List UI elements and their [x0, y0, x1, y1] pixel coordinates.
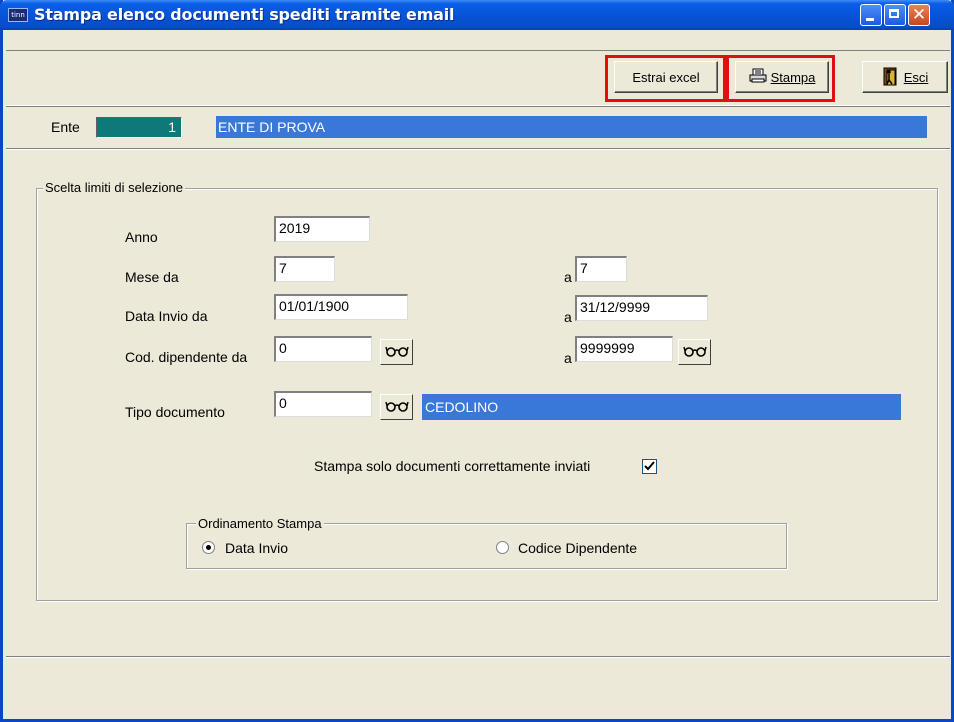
exit-button[interactable]: Esci — [862, 61, 948, 93]
mese-a-input[interactable]: 7 — [575, 256, 627, 282]
selection-group-title: Scelta limiti di selezione — [43, 180, 186, 195]
mese-a-label: a — [564, 269, 572, 285]
exit-door-icon — [882, 66, 900, 89]
close-icon[interactable]: ✕ — [908, 4, 930, 26]
tipo-documento-description: CEDOLINO — [422, 394, 901, 420]
anno-label: Anno — [125, 229, 158, 245]
ordinamento-group-title: Ordinamento Stampa — [196, 516, 324, 531]
ente-code-field[interactable]: 1 — [96, 117, 182, 138]
app-icon: tinn — [8, 8, 28, 22]
ente-label: Ente — [51, 119, 80, 135]
checkmark-icon — [643, 461, 656, 476]
data-invio-da-input[interactable]: 01/01/1900 — [274, 294, 408, 320]
mese-da-label: Mese da — [125, 269, 179, 285]
data-invio-a-input[interactable]: 31/12/9999 — [575, 295, 708, 321]
solo-inviati-label: Stampa solo documenti correttamente invi… — [314, 458, 591, 474]
exit-label: Esci — [903, 69, 929, 85]
radio-data-invio[interactable] — [202, 541, 215, 554]
radio-codice-dipendente-label: Codice Dipendente — [518, 540, 638, 556]
solo-inviati-checkbox[interactable] — [642, 459, 657, 474]
status-bar — [6, 656, 950, 717]
cod-da-lookup-button[interactable] — [380, 339, 413, 365]
extract-excel-button[interactable]: Estrai excel — [614, 61, 718, 93]
cod-dipendente-a-input[interactable]: 9999999 — [575, 336, 673, 362]
tipo-documento-input[interactable]: 0 — [274, 391, 372, 417]
cod-dipendente-da-label: Cod. dipendente da — [125, 349, 248, 365]
window-title: Stampa elenco documenti spediti tramite … — [34, 5, 455, 24]
ente-description: ENTE DI PROVA — [216, 116, 927, 138]
data-invio-da-label: Data Invio da — [125, 308, 208, 324]
print-label: Stampa — [770, 69, 816, 85]
tipo-documento-label: Tipo documento — [125, 404, 225, 420]
maximize-icon[interactable] — [884, 4, 906, 26]
glasses-icon — [682, 345, 707, 360]
cod-dipendente-da-input[interactable]: 0 — [274, 336, 372, 362]
radio-data-invio-label: Data Invio — [225, 540, 289, 556]
printer-icon — [749, 68, 767, 87]
tipo-lookup-button[interactable] — [380, 394, 413, 420]
radio-codice-dipendente[interactable] — [496, 541, 509, 554]
mese-da-input[interactable]: 7 — [274, 256, 335, 282]
glasses-icon — [384, 345, 409, 360]
cod-a-lookup-button[interactable] — [678, 339, 711, 365]
anno-input[interactable]: 2019 — [274, 216, 370, 242]
print-button[interactable]: Stampa — [735, 61, 829, 93]
extract-excel-label: Estrai excel — [632, 69, 700, 85]
cod-dipendente-a-label: a — [564, 350, 572, 366]
minimize-icon[interactable] — [860, 4, 882, 26]
title-bar[interactable]: tinn Stampa elenco documenti spediti tra… — [0, 0, 954, 30]
glasses-icon — [384, 400, 409, 415]
data-invio-a-label: a — [564, 309, 572, 325]
